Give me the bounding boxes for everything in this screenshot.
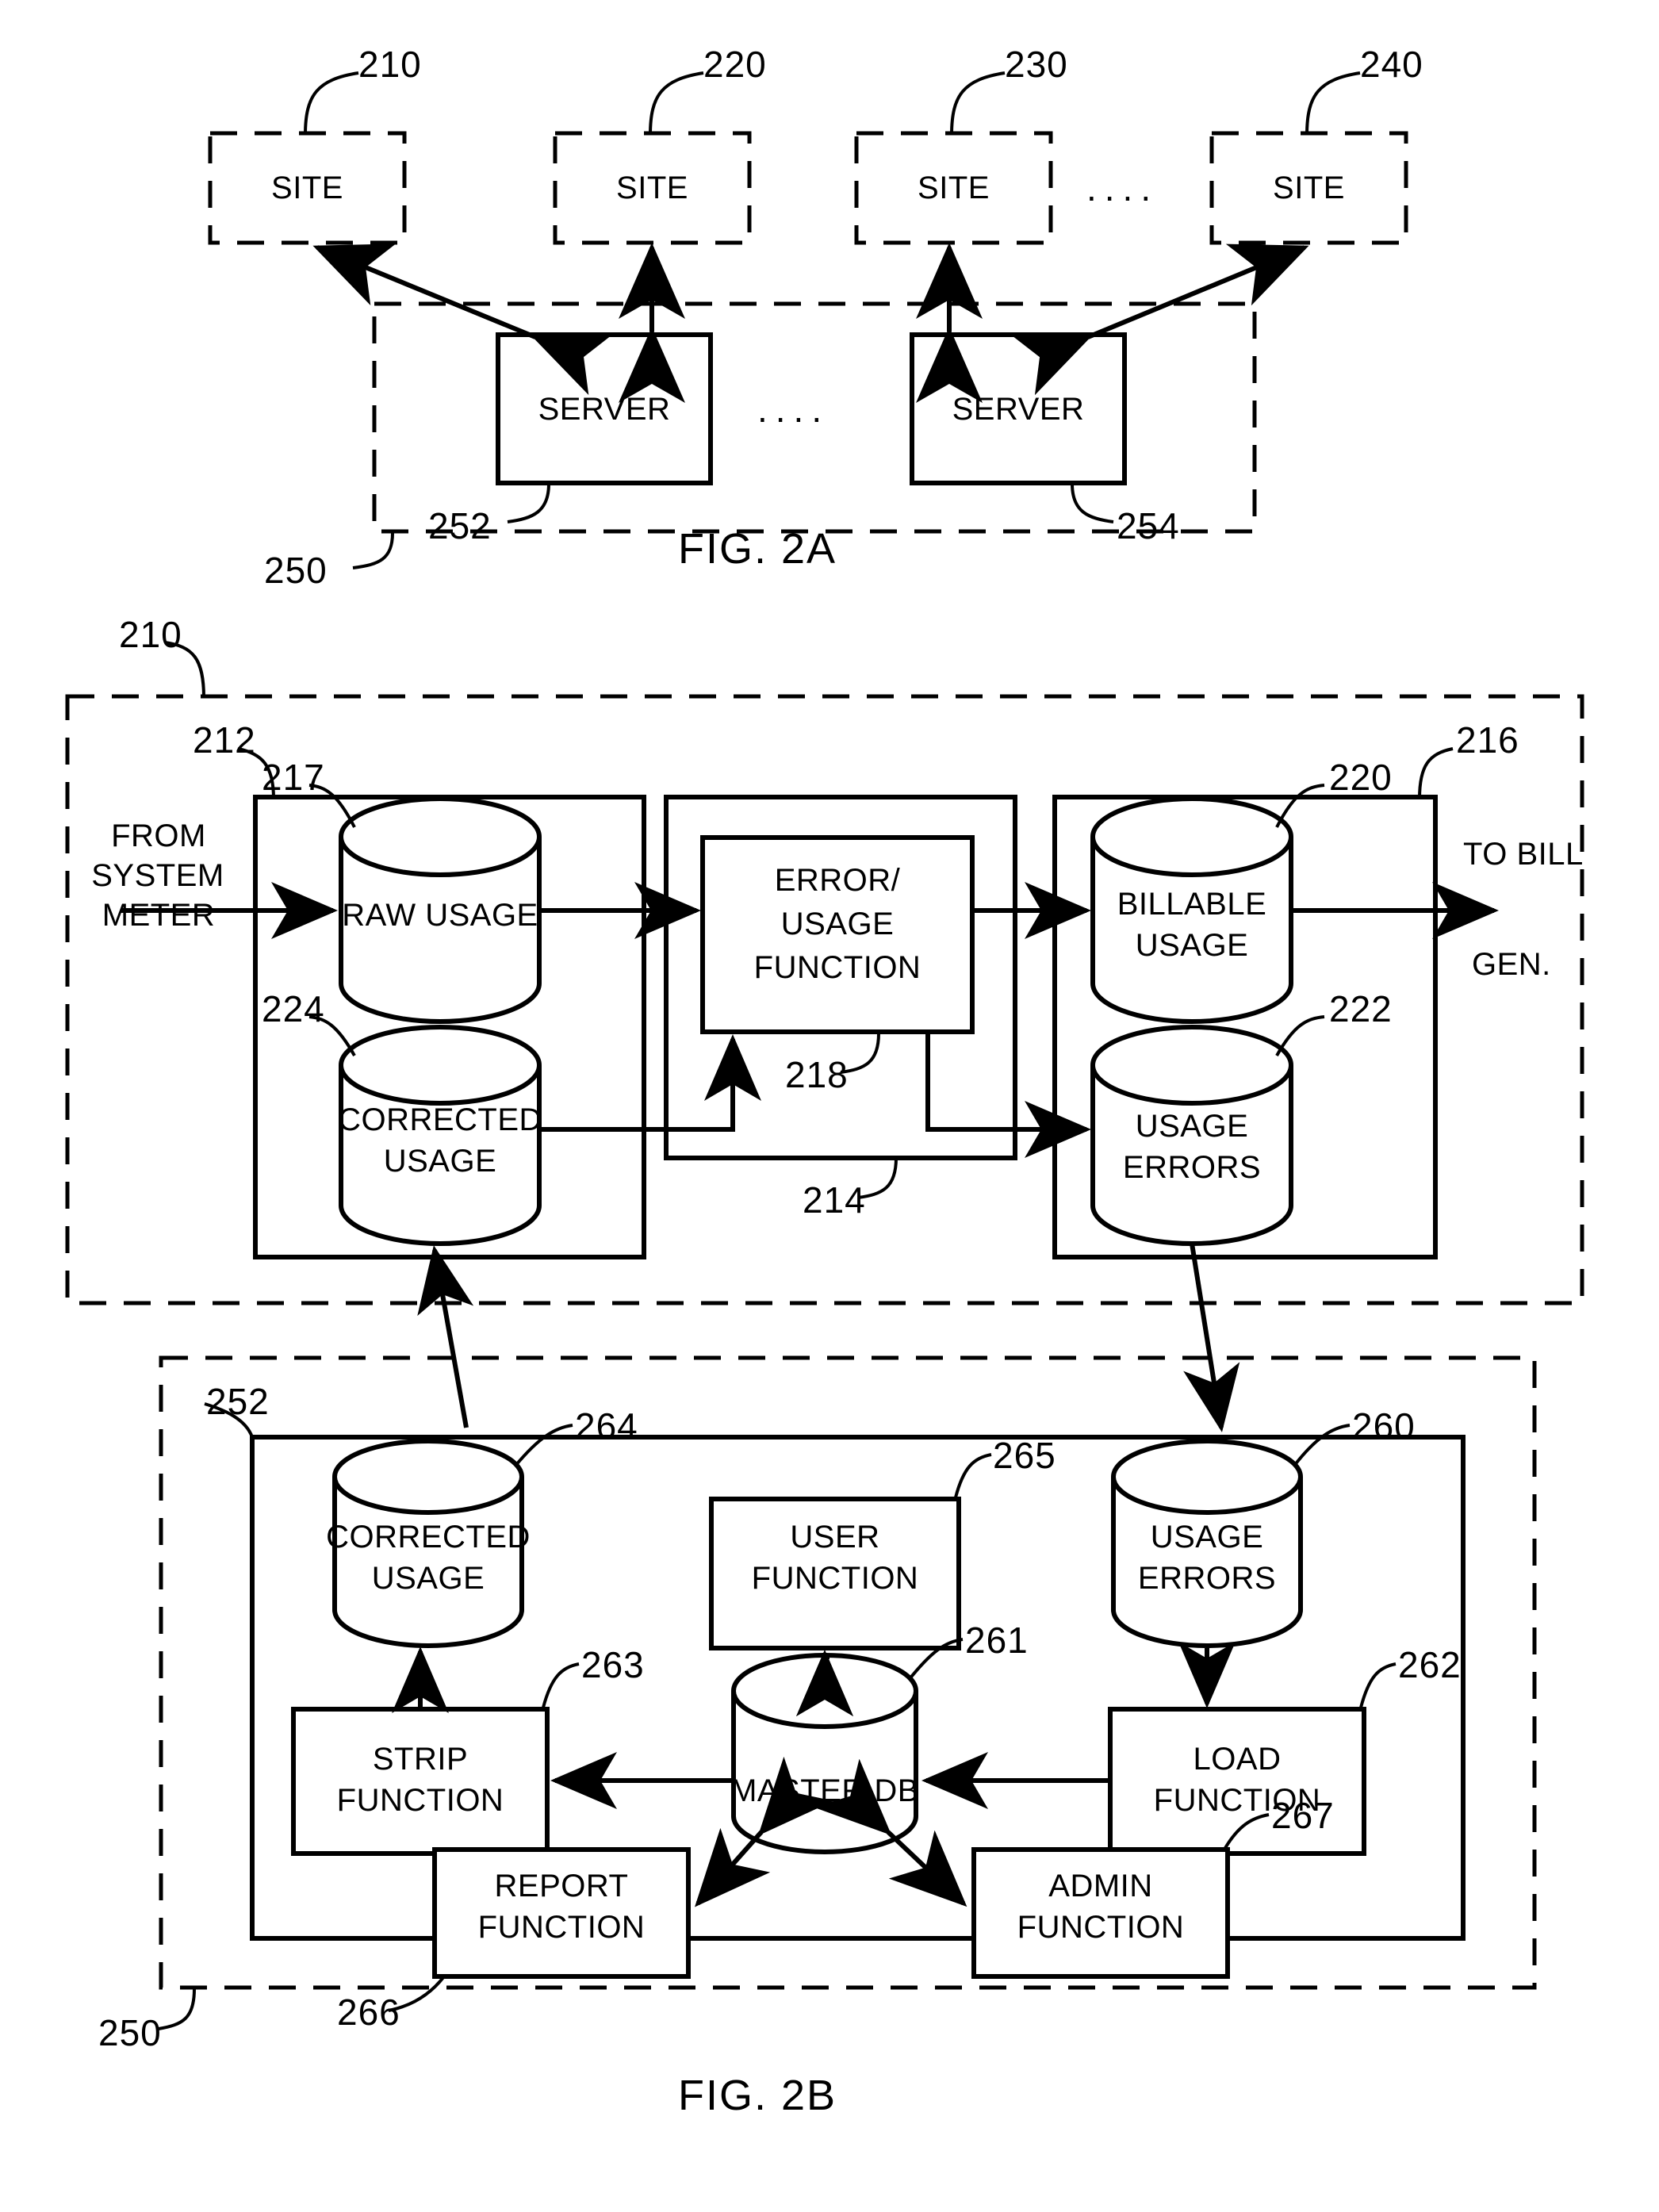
ref-number-216: 216	[1456, 719, 1519, 761]
error-usage-function-label-l2: USAGE	[780, 907, 895, 941]
strip-function-label-l1: STRIP	[372, 1742, 469, 1777]
ref-number-230-fig2a: 230	[1005, 44, 1068, 85]
server-ellipsis: ....	[757, 389, 830, 430]
usage-errors-site-label-l2: ERRORS	[1122, 1150, 1262, 1185]
master-db-label: MASTER DB	[730, 1773, 919, 1808]
ref-number-210-fig2a: 210	[358, 44, 422, 85]
report-function-label-l2: FUNCTION	[477, 1910, 646, 1945]
admin-function-label-l1: ADMIN	[1048, 1869, 1153, 1903]
billable-usage-label-l1: BILLABLE	[1117, 887, 1267, 922]
fig2b-ref-250-leader	[158, 1988, 196, 2030]
fig2a-reference-leaders	[304, 71, 1361, 136]
diagram-vector-layer	[65, 71, 1584, 2030]
ref-number-212: 212	[193, 719, 256, 761]
usage-errors-site-label-l1: USAGE	[1135, 1109, 1249, 1144]
user-function-label-l1: USER	[790, 1520, 880, 1555]
ref-number-224: 224	[262, 988, 325, 1029]
raw-usage-label: RAW USAGE	[342, 898, 538, 933]
output-label-line1: TO BILL	[1463, 837, 1584, 872]
ref-number-220-fig2a: 220	[703, 44, 767, 85]
corrected-usage-site-label-l2: USAGE	[383, 1144, 497, 1179]
ref-number-210-fig2b: 210	[119, 614, 182, 655]
ref-number-262: 262	[1398, 1644, 1462, 1685]
site-ellipsis: ....	[1086, 167, 1159, 209]
ref-265-leader	[954, 1453, 992, 1498]
figure-caption-2b: FIG. 2B	[678, 2072, 837, 2119]
ref-number-263: 263	[581, 1644, 645, 1685]
usage-errors-server-label-l2: ERRORS	[1137, 1561, 1277, 1596]
ref-number-252-fig2b: 252	[206, 1381, 270, 1422]
user-function-label-l2: FUNCTION	[751, 1561, 919, 1596]
report-function-label-l1: REPORT	[494, 1869, 629, 1903]
ref-264-leader	[514, 1424, 573, 1467]
server-box-label-254: SERVER	[952, 392, 1085, 427]
fig2a-connectors	[312, 243, 1309, 403]
ref-number-240-fig2a: 240	[1360, 44, 1423, 85]
usage-errors-server-label-l1: USAGE	[1150, 1520, 1264, 1555]
fig2b-crosslink-usage-errors	[1183, 1243, 1240, 1432]
ref-number-260: 260	[1352, 1405, 1416, 1447]
site-box-label-220: SITE	[616, 171, 688, 205]
ref-number-214: 214	[803, 1179, 866, 1221]
site-box-label-210: SITE	[271, 171, 343, 205]
admin-function-label-l2: FUNCTION	[1017, 1910, 1185, 1945]
load-function-label-l1: LOAD	[1193, 1742, 1282, 1777]
input-label-line1: FROM	[111, 818, 206, 853]
billable-usage-label-l2: USAGE	[1135, 928, 1249, 963]
input-label-line3: METER	[102, 898, 216, 933]
error-usage-function-label-l1: ERROR/	[774, 863, 901, 898]
strip-function-label-l2: FUNCTION	[336, 1783, 504, 1818]
corrected-usage-server-label-l1: CORRECTED	[326, 1520, 531, 1555]
ref-263-leader	[542, 1662, 580, 1708]
load-function-label-l2: FUNCTION	[1153, 1783, 1321, 1818]
ref-number-220-fig2b: 220	[1329, 757, 1393, 798]
ref-250-leader	[352, 532, 394, 569]
ref-number-261: 261	[965, 1620, 1029, 1661]
corrected-usage-site-label-l1: CORRECTED	[338, 1102, 542, 1137]
error-usage-function-label-l3: FUNCTION	[753, 950, 921, 985]
fig2a-server-ref-leaders	[507, 483, 1114, 523]
ref-number-250-fig2a: 250	[264, 550, 328, 591]
figure-caption-2a: FIG. 2A	[678, 525, 837, 573]
ref-number-217: 217	[262, 757, 325, 798]
server-box-label-252: SERVER	[538, 392, 671, 427]
ref-number-266: 266	[337, 1992, 400, 2033]
site-box-label-240: SITE	[1273, 171, 1345, 205]
ref-number-250-fig2b: 250	[98, 2012, 162, 2053]
site-box-label-230: SITE	[918, 171, 990, 205]
ref-number-218: 218	[785, 1054, 849, 1095]
ref-260-leader	[1293, 1424, 1351, 1467]
ref-262-leader	[1359, 1662, 1397, 1708]
patent-drawing-sheet: 210 220 230 240 SITE SITE SITE SITE ....…	[0, 0, 1659, 2212]
ref-number-254-fig2a: 254	[1117, 505, 1180, 546]
fig2b-crosslink-corrected-usage	[417, 1245, 474, 1428]
output-label-line2: GEN.	[1472, 947, 1551, 982]
ref-number-265: 265	[993, 1435, 1056, 1476]
ref-number-252-fig2a: 252	[428, 505, 492, 546]
ref-number-222: 222	[1329, 988, 1393, 1029]
input-label-line2: SYSTEM	[91, 858, 224, 893]
ref-number-264: 264	[575, 1405, 638, 1447]
box-strip-function	[291, 1707, 550, 1856]
fig2b-ref-216-leader	[1418, 747, 1454, 799]
corrected-usage-server-label-l2: USAGE	[371, 1561, 485, 1596]
